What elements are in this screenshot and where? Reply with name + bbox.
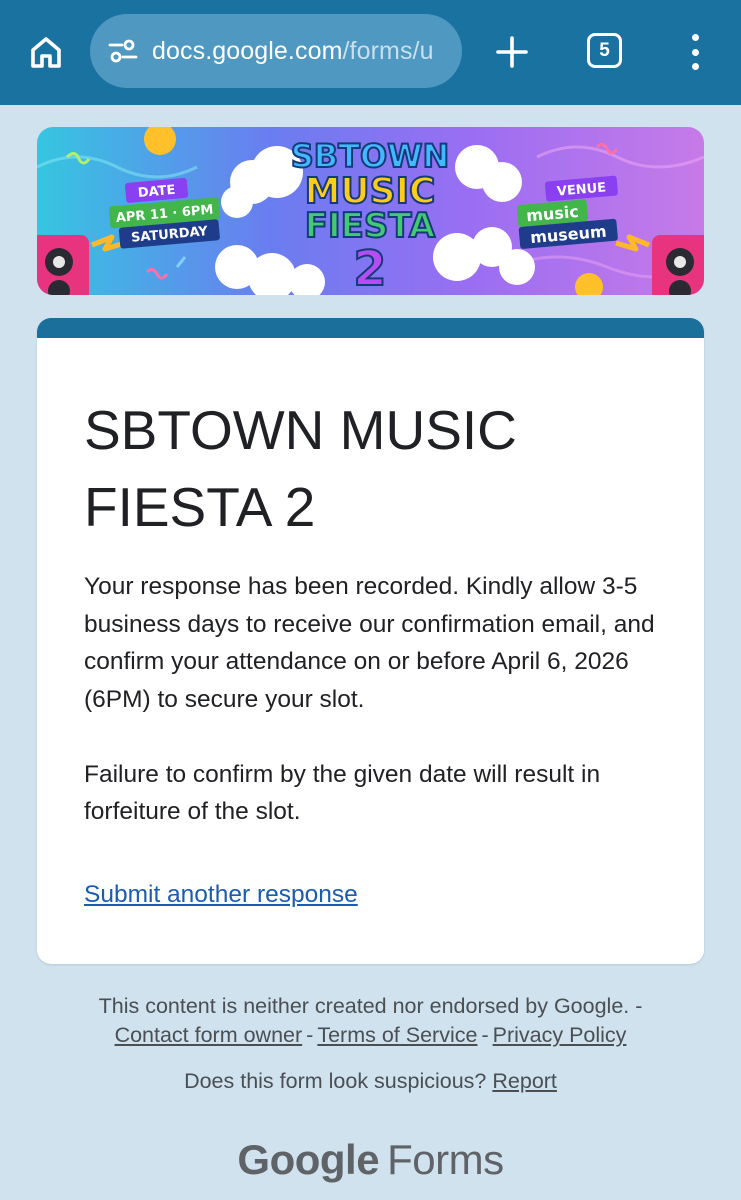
menu-dot bbox=[691, 48, 699, 56]
footer-separator: - bbox=[306, 1023, 314, 1047]
footer-separator: - bbox=[481, 1023, 489, 1047]
suspicious-text: Does this form look suspicious? bbox=[184, 1069, 487, 1093]
confirmation-paragraph: Your response has been recorded. Kindly … bbox=[84, 573, 655, 713]
form-response-card: SBTOWN MUSIC FIESTA 2 Your response has … bbox=[37, 318, 704, 964]
tab-count: 5 bbox=[599, 39, 610, 61]
google-forms-logo[interactable]: Google Forms bbox=[0, 1136, 741, 1184]
footer-disclaimer: This content is neither created nor endo… bbox=[0, 992, 741, 1050]
brand-google: Google bbox=[237, 1136, 380, 1183]
home-icon bbox=[31, 37, 61, 68]
browser-toolbar: docs.google.com/forms/u 5 bbox=[0, 0, 741, 105]
brand-forms: Forms bbox=[387, 1136, 504, 1183]
banner-title-number: 2 bbox=[353, 241, 386, 295]
more-options-icon[interactable] bbox=[680, 30, 710, 74]
menu-dot bbox=[691, 63, 699, 70]
banner-title-line3: FIESTA bbox=[305, 206, 436, 246]
site-settings-icon[interactable] bbox=[106, 34, 140, 68]
home-button[interactable] bbox=[26, 32, 66, 72]
disclaimer-text: This content is neither created nor endo… bbox=[98, 994, 643, 1018]
report-abuse-row: Does this form look suspicious? Report bbox=[0, 1069, 741, 1094]
footer-links: Contact form owner - Terms of Service - Priv… bbox=[0, 1021, 741, 1050]
form-title: SBTOWN MUSIC FIESTA 2 bbox=[84, 399, 517, 538]
contact-form-owner-link[interactable]: Contact form owner bbox=[115, 1023, 303, 1047]
url-path: /forms/u bbox=[342, 36, 434, 65]
address-bar[interactable]: docs.google.com/forms/u bbox=[90, 14, 462, 88]
confirmation-message: Your response has been recorded. Kindly … bbox=[84, 568, 664, 868]
terms-of-service-link[interactable]: Terms of Service bbox=[317, 1023, 477, 1047]
new-tab-button[interactable] bbox=[492, 32, 532, 72]
banner-title-line1: SBTOWN bbox=[291, 137, 450, 175]
report-link[interactable]: Report bbox=[492, 1069, 557, 1093]
card-accent-bar bbox=[37, 318, 704, 338]
new-tab-icon bbox=[496, 36, 528, 68]
url-domain: docs.google.com bbox=[152, 36, 343, 65]
confirmation-paragraph: Failure to confirm by the given date wil… bbox=[84, 760, 601, 826]
privacy-policy-link[interactable]: Privacy Policy bbox=[493, 1023, 627, 1047]
submit-another-response-link[interactable]: Submit another response bbox=[84, 881, 358, 909]
tab-switcher-button[interactable]: 5 bbox=[587, 33, 622, 68]
url-text: docs.google.com/forms/u bbox=[152, 37, 434, 66]
menu-dot bbox=[691, 34, 699, 41]
form-header-banner: DATE APR 11 · 6PM SATURDAY SBTOWN MUSIC … bbox=[37, 127, 704, 295]
